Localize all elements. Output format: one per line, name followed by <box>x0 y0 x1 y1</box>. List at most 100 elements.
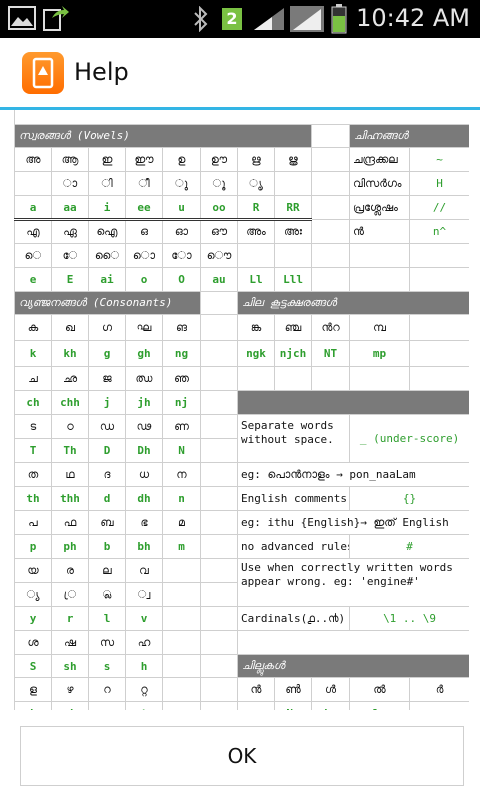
table-cell: u <box>162 195 201 221</box>
table-cell <box>200 606 238 631</box>
ok-button[interactable]: OK <box>20 726 464 786</box>
table-cell: kh <box>51 340 89 367</box>
table-cell: ാ <box>51 171 89 196</box>
table-cell: oo <box>200 195 238 221</box>
table-cell: ൂ <box>200 171 238 196</box>
table-cell: # <box>349 534 469 559</box>
table-row: അ ആ ഇ ഈ ഉ ഊ ഋ ൠ ചന്ദ്രക്കല ~ <box>14 147 469 172</box>
table-cell: sh <box>51 654 89 678</box>
table-cell: bh <box>125 534 163 559</box>
table-cell: മ <box>162 510 201 535</box>
table-cell <box>311 366 351 391</box>
table-cell: ൠ <box>273 147 313 172</box>
signal-2-icon <box>290 6 324 32</box>
table-cell: ഈ <box>125 147 163 172</box>
table-cell: ൈ <box>88 243 126 268</box>
sim-badge: 2 <box>222 8 242 30</box>
table-cell: സ <box>88 630 126 655</box>
table-cell: aa <box>51 195 89 221</box>
table-cell: n <box>162 486 201 511</box>
table-cell: ചില കൂട്ടക്ഷരങ്ങൾ <box>236 291 469 315</box>
reference-table: സ്വരങ്ങൾ (Vowels) ചിഹ്നങ്ങൾ അ ആ ഇ ഈ ഉ ഊ ഋ ൠ ചന്ദ്ര… <box>14 124 469 710</box>
status-time: 10:42 AM <box>356 4 470 32</box>
table-cell: D <box>88 438 126 463</box>
table-cell: O <box>162 267 201 292</box>
table-cell <box>349 243 411 268</box>
table-row: ത ഥ ദ ധ ന eg: പൊൻനാളം → pon_naaLam <box>14 462 469 487</box>
table-row: എ ഏ ഐ ഒ ഓ ഔ അം അഃ ൻ n^ <box>14 219 469 244</box>
table-cell: ച <box>14 366 52 391</box>
table-cell: ~ <box>409 147 469 172</box>
table-cell: ൌ <box>200 243 238 268</box>
table-cell <box>162 606 201 631</box>
table-cell: ീ <box>125 171 163 196</box>
table-cell: y <box>14 606 52 631</box>
table-cell <box>162 677 201 702</box>
table-cell: {} <box>349 486 469 511</box>
table-cell: റ്റ <box>125 677 163 702</box>
table-cell: സ്വരങ്ങൾ (Vowels) <box>14 124 313 148</box>
table-row: യ ര ല വ Use when correctly written words app… <box>14 558 469 607</box>
table-cell <box>273 243 313 268</box>
table-cell: N <box>162 438 201 463</box>
table-cell: ഠ <box>51 414 89 439</box>
table-cell: thh <box>51 486 89 511</box>
table-cell: ദ <box>88 462 126 487</box>
table-cell: ഫ <box>51 510 89 535</box>
table-cell: ph <box>51 534 89 559</box>
table-cell: ഏ <box>51 219 89 244</box>
table-cell: വിസർഗം <box>349 171 411 196</box>
table-cell <box>200 414 238 439</box>
table-cell: ങ <box>162 314 201 341</box>
table-cell <box>311 195 351 220</box>
table-cell: s <box>88 654 126 678</box>
table-cell: ഔ <box>200 219 238 244</box>
table-cell: ോ <box>162 243 201 268</box>
table-cell: ന <box>162 462 201 487</box>
table-cell: െ <box>14 243 52 268</box>
table-cell <box>409 314 469 341</box>
table-row: e Eai o Oau Ll Lll <box>14 267 469 292</box>
table-cell: ്ര <box>51 582 89 607</box>
table-cell: ch <box>14 390 52 415</box>
table-cell <box>200 630 238 655</box>
table-cell: ചന്ദ്രക്കല <box>349 147 411 172</box>
table-cell: ai <box>88 267 126 292</box>
table-cell <box>273 171 313 196</box>
table-cell: ട <box>14 414 52 439</box>
table-cell: nj <box>162 390 201 415</box>
table-cell: d <box>88 486 126 511</box>
table-cell: ഖ <box>51 314 89 341</box>
table-cell: a <box>14 195 52 221</box>
table-cell <box>237 243 275 268</box>
table-cell <box>200 291 238 315</box>
table-cell: ണ <box>162 414 201 439</box>
table-cell: ൾ <box>311 677 351 702</box>
table-cell: English comments <box>236 486 351 511</box>
table-cell: പ <box>14 510 52 535</box>
table-row: a aa i ee u oo R RR പ്രശ്ലേഷം// <box>14 195 469 221</box>
table-cell: ഛ <box>51 366 89 391</box>
table-row: െേൈൊോൌ <box>14 243 469 268</box>
table-row: y r l v Cardinals(൧..൯) \1 .. \9 <box>14 606 469 631</box>
table-cell <box>200 654 238 678</box>
table-cell: ക <box>14 314 52 341</box>
table-cell: Cardinals(൧..൯) <box>236 606 351 631</box>
table-cell: ്ല <box>88 582 126 607</box>
help-content-scroll[interactable]: സ്വരങ്ങൾ (Vowels) ചിഹ്നങ്ങൾ അ ആ ഇ ഈ ഉ ഊ ഋ ൠ ചന്ദ്ര… <box>14 110 469 710</box>
table-cell: gh <box>125 340 163 367</box>
table-cell: ൻറ <box>311 314 351 341</box>
table-cell: g <box>88 340 126 367</box>
table-cell <box>200 438 238 463</box>
table-cell: Lll <box>273 267 313 292</box>
table-cell <box>409 267 469 292</box>
table-cell: ര <box>51 558 89 583</box>
table-cell: ഹ <box>125 630 163 655</box>
table-cell <box>200 486 238 511</box>
table-cell: e <box>14 267 52 292</box>
table-cell: ഊ <box>200 147 238 172</box>
table-cell: ൊ <box>125 243 163 268</box>
table-cell: au <box>200 267 238 292</box>
table-cell: ഝ <box>125 366 163 391</box>
table-cell: ള <box>14 677 52 702</box>
